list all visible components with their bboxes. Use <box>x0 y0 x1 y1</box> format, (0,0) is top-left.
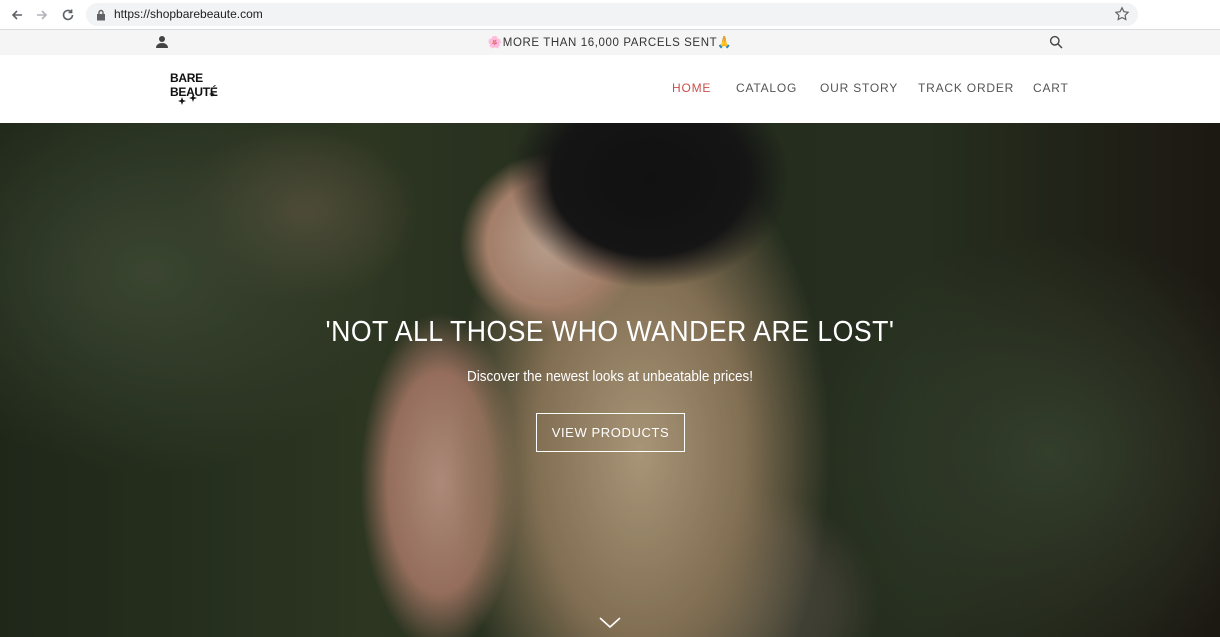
back-icon[interactable] <box>8 6 26 24</box>
url-text: https://shopbarebeaute.com <box>114 7 263 21</box>
nav-catalog[interactable]: CATALOG <box>736 81 797 95</box>
pray-emoji: 🙏 <box>717 37 733 49</box>
chevron-down-icon[interactable] <box>598 615 622 634</box>
hero-subtitle: Discover the newest looks at unbeatable … <box>467 368 753 385</box>
forward-icon[interactable] <box>33 6 51 24</box>
hero-title: 'NOT ALL THOSE WHO WANDER ARE LOST' <box>325 316 895 348</box>
flower-emoji: 🌸 <box>487 37 503 49</box>
logo[interactable]: BARE BEAUTÉ <box>152 61 242 119</box>
announcement-text: 🌸MORE THAN 16,000 PARCELS SENT🙏 <box>0 35 1220 49</box>
view-products-button[interactable]: VIEW PRODUCTS <box>536 413 685 452</box>
browser-toolbar: https://shopbarebeaute.com <box>0 0 1220 30</box>
announcement-message: MORE THAN 16,000 PARCELS SENT <box>502 37 718 49</box>
announcement-bar: 🌸MORE THAN 16,000 PARCELS SENT🙏 <box>0 30 1220 55</box>
nav-our-story[interactable]: OUR STORY <box>820 81 898 95</box>
site-header: BARE BEAUTÉ HOME CATALOG OUR STORY TRACK… <box>0 55 1220 123</box>
nav-cart[interactable]: CART <box>1033 81 1069 95</box>
address-bar[interactable]: https://shopbarebeaute.com <box>86 3 1138 26</box>
star-icon[interactable] <box>1114 6 1130 27</box>
search-icon[interactable] <box>1049 35 1063 54</box>
reload-icon[interactable] <box>59 6 77 24</box>
nav-home[interactable]: HOME <box>672 81 711 95</box>
hero-banner: 'NOT ALL THOSE WHO WANDER ARE LOST' Disc… <box>0 123 1220 637</box>
lock-icon <box>96 8 106 26</box>
nav-track-order[interactable]: TRACK ORDER <box>918 81 1014 95</box>
logo-text: BARE BEAUTÉ <box>170 71 218 99</box>
user-icon[interactable] <box>155 35 169 54</box>
